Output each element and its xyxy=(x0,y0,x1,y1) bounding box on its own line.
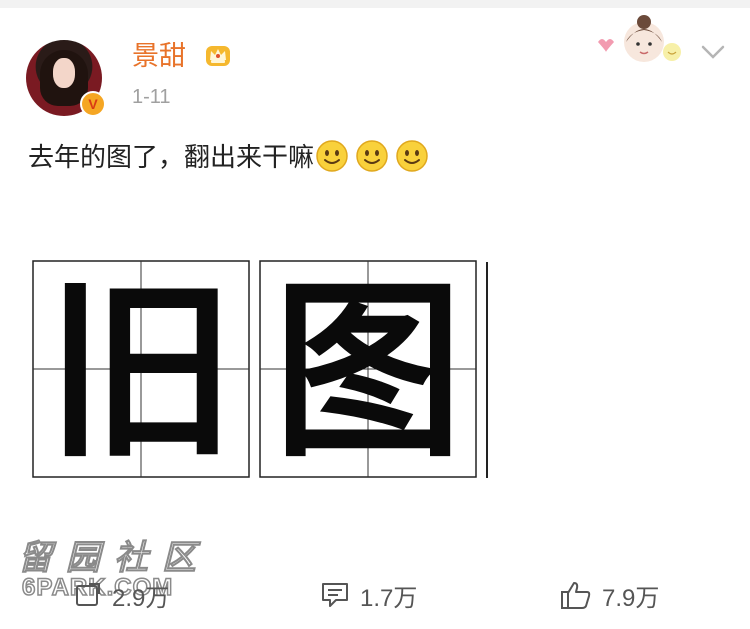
post-image[interactable]: 旧 图 xyxy=(32,260,492,480)
crown-icon xyxy=(206,46,230,66)
smile-emoji-icon xyxy=(356,140,388,172)
comment-count: 1.7万 xyxy=(360,584,418,612)
chevron-down-icon[interactable] xyxy=(698,40,728,64)
comment-button[interactable]: 1.7万 xyxy=(320,578,417,612)
post-time: 1-11 xyxy=(132,86,171,108)
like-count: 7.9万 xyxy=(602,584,660,612)
username[interactable]: 景甜 xyxy=(132,40,186,74)
post-text-content: 去年的图了，翻出来干嘛 xyxy=(28,143,315,173)
image-char-tu: 图 xyxy=(273,262,463,480)
avatar-face xyxy=(53,58,75,88)
repost-button[interactable]: 2.9万 xyxy=(74,578,169,612)
repost-icon xyxy=(76,583,100,606)
thumbs-up-icon xyxy=(561,582,591,609)
verified-badge-icon: V xyxy=(80,91,106,117)
repost-count: 2.9万 xyxy=(112,584,170,612)
top-divider xyxy=(0,0,750,8)
card-decoration-icon xyxy=(598,15,681,62)
post-text: 去年的图了，翻出来干嘛 xyxy=(28,138,428,178)
image-char-jiu: 旧 xyxy=(46,262,236,480)
watermark-text: 留园社区 xyxy=(17,537,210,579)
smile-emoji-icon xyxy=(316,140,348,172)
comment-icon xyxy=(322,583,348,607)
like-button[interactable]: 7.9万 xyxy=(560,578,659,612)
smile-emoji-icon xyxy=(396,140,428,172)
